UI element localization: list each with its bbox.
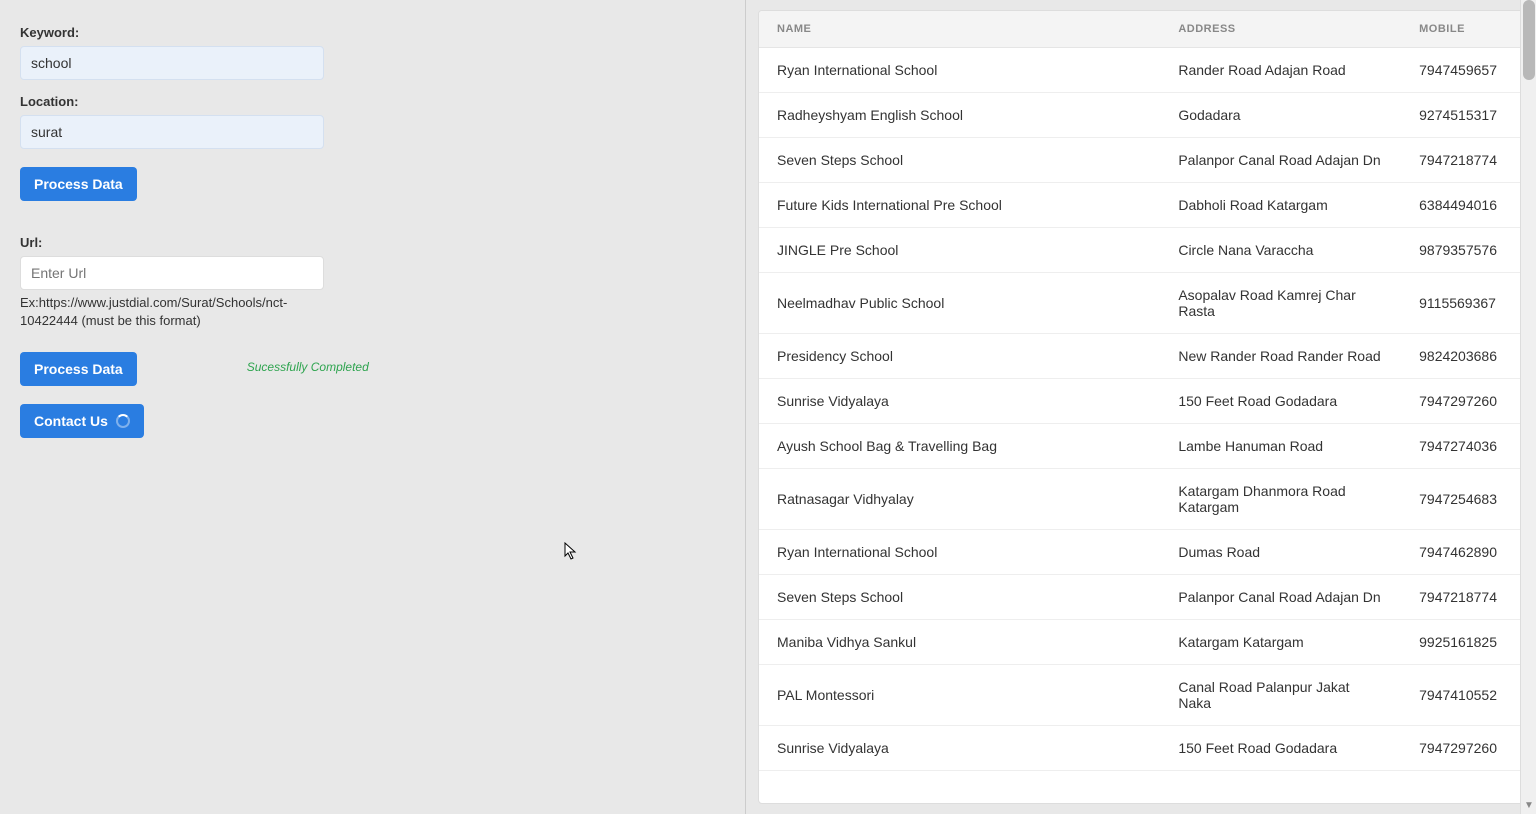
spinner-icon	[116, 414, 130, 428]
contact-us-button[interactable]: Contact Us	[20, 404, 144, 438]
cell-address: Canal Road Palanpur Jakat Naka	[1160, 665, 1401, 726]
cell-mobile: 6384494016	[1401, 183, 1523, 228]
url-input[interactable]	[20, 256, 324, 290]
cell-name: Seven Steps School	[759, 138, 1160, 183]
table-row[interactable]: JINGLE Pre SchoolCircle Nana Varaccha987…	[759, 228, 1523, 273]
cell-address: Rander Road Adajan Road	[1160, 48, 1401, 93]
cell-mobile: 7947459657	[1401, 48, 1523, 93]
keyword-label: Keyword:	[20, 25, 725, 40]
cell-address: New Rander Road Rander Road	[1160, 334, 1401, 379]
results-table-container: NAME ADDRESS MOBILE Ryan International S…	[758, 10, 1524, 804]
cell-mobile: 9824203686	[1401, 334, 1523, 379]
cell-name: Ratnasagar Vidhyalay	[759, 469, 1160, 530]
cell-address: Katargam Dhanmora Road Katargam	[1160, 469, 1401, 530]
cell-name: Ryan International School	[759, 530, 1160, 575]
cell-address: 150 Feet Road Godadara	[1160, 379, 1401, 424]
table-row[interactable]: Ratnasagar VidhyalayKatargam Dhanmora Ro…	[759, 469, 1523, 530]
cell-mobile: 7947297260	[1401, 726, 1523, 771]
table-row[interactable]: Seven Steps SchoolPalanpor Canal Road Ad…	[759, 138, 1523, 183]
right-panel: NAME ADDRESS MOBILE Ryan International S…	[746, 0, 1536, 814]
cell-name: Seven Steps School	[759, 575, 1160, 620]
table-row[interactable]: Ryan International SchoolRander Road Ada…	[759, 48, 1523, 93]
location-label: Location:	[20, 94, 725, 109]
cell-name: JINGLE Pre School	[759, 228, 1160, 273]
cell-mobile: 7947410552	[1401, 665, 1523, 726]
cell-address: Godadara	[1160, 93, 1401, 138]
cell-address: Lambe Hanuman Road	[1160, 424, 1401, 469]
url-hint: Ex:https://www.justdial.com/Surat/School…	[20, 294, 330, 330]
cell-mobile: 9925161825	[1401, 620, 1523, 665]
scrollbar[interactable]: ▲ ▼	[1520, 0, 1536, 814]
cell-mobile: 7947218774	[1401, 575, 1523, 620]
cell-mobile: 7947274036	[1401, 424, 1523, 469]
scroll-thumb[interactable]	[1523, 0, 1535, 80]
cell-address: Palanpor Canal Road Adajan Dn	[1160, 138, 1401, 183]
results-table: NAME ADDRESS MOBILE Ryan International S…	[759, 11, 1523, 771]
table-row[interactable]: Presidency SchoolNew Rander Road Rander …	[759, 334, 1523, 379]
table-row[interactable]: Radheyshyam English SchoolGodadara927451…	[759, 93, 1523, 138]
table-row[interactable]: Sunrise Vidyalaya150 Feet Road Godadara7…	[759, 726, 1523, 771]
cell-mobile: 9115569367	[1401, 273, 1523, 334]
cell-address: Palanpor Canal Road Adajan Dn	[1160, 575, 1401, 620]
url-section: Url: Ex:https://www.justdial.com/Surat/S…	[20, 235, 725, 438]
header-name: NAME	[759, 11, 1160, 48]
cell-mobile: 9274515317	[1401, 93, 1523, 138]
table-row[interactable]: Ryan International SchoolDumas Road79474…	[759, 530, 1523, 575]
url-group: Url: Ex:https://www.justdial.com/Surat/S…	[20, 235, 725, 330]
keyword-input[interactable]	[20, 46, 324, 80]
table-header-row: NAME ADDRESS MOBILE	[759, 11, 1523, 48]
cell-name: PAL Montessori	[759, 665, 1160, 726]
url-label: Url:	[20, 235, 725, 250]
cell-name: Maniba Vidhya Sankul	[759, 620, 1160, 665]
cell-mobile: 7947297260	[1401, 379, 1523, 424]
table-row[interactable]: Maniba Vidhya SankulKatargam Katargam992…	[759, 620, 1523, 665]
cell-name: Neelmadhav Public School	[759, 273, 1160, 334]
cell-name: Sunrise Vidyalaya	[759, 379, 1160, 424]
status-text: Sucessfully Completed	[247, 360, 369, 374]
left-panel: Keyword: Location: Process Data Url: Ex:…	[0, 0, 746, 814]
scroll-down-icon[interactable]: ▼	[1523, 800, 1535, 812]
keyword-group: Keyword:	[20, 25, 725, 80]
cell-name: Radheyshyam English School	[759, 93, 1160, 138]
cell-mobile: 7947218774	[1401, 138, 1523, 183]
cell-address: Circle Nana Varaccha	[1160, 228, 1401, 273]
table-row[interactable]: PAL MontessoriCanal Road Palanpur Jakat …	[759, 665, 1523, 726]
process-data-button-1[interactable]: Process Data	[20, 167, 137, 201]
cell-address: Asopalav Road Kamrej Char Rasta	[1160, 273, 1401, 334]
cell-mobile: 9879357576	[1401, 228, 1523, 273]
cell-name: Ayush School Bag & Travelling Bag	[759, 424, 1160, 469]
process-data-button-2[interactable]: Process Data	[20, 352, 137, 386]
header-address: ADDRESS	[1160, 11, 1401, 48]
status-row: Process Data Sucessfully Completed	[20, 348, 725, 386]
cell-name: Sunrise Vidyalaya	[759, 726, 1160, 771]
header-mobile: MOBILE	[1401, 11, 1523, 48]
cell-mobile: 7947254683	[1401, 469, 1523, 530]
cell-name: Ryan International School	[759, 48, 1160, 93]
cell-address: Dabholi Road Katargam	[1160, 183, 1401, 228]
cell-address: Dumas Road	[1160, 530, 1401, 575]
contact-us-label: Contact Us	[34, 413, 108, 429]
cell-name: Future Kids International Pre School	[759, 183, 1160, 228]
table-row[interactable]: Seven Steps SchoolPalanpor Canal Road Ad…	[759, 575, 1523, 620]
location-group: Location:	[20, 94, 725, 149]
cell-address: 150 Feet Road Godadara	[1160, 726, 1401, 771]
table-row[interactable]: Neelmadhav Public SchoolAsopalav Road Ka…	[759, 273, 1523, 334]
table-row[interactable]: Sunrise Vidyalaya150 Feet Road Godadara7…	[759, 379, 1523, 424]
location-input[interactable]	[20, 115, 324, 149]
cell-name: Presidency School	[759, 334, 1160, 379]
table-row[interactable]: Future Kids International Pre SchoolDabh…	[759, 183, 1523, 228]
table-row[interactable]: Ayush School Bag & Travelling BagLambe H…	[759, 424, 1523, 469]
cell-mobile: 7947462890	[1401, 530, 1523, 575]
cell-address: Katargam Katargam	[1160, 620, 1401, 665]
